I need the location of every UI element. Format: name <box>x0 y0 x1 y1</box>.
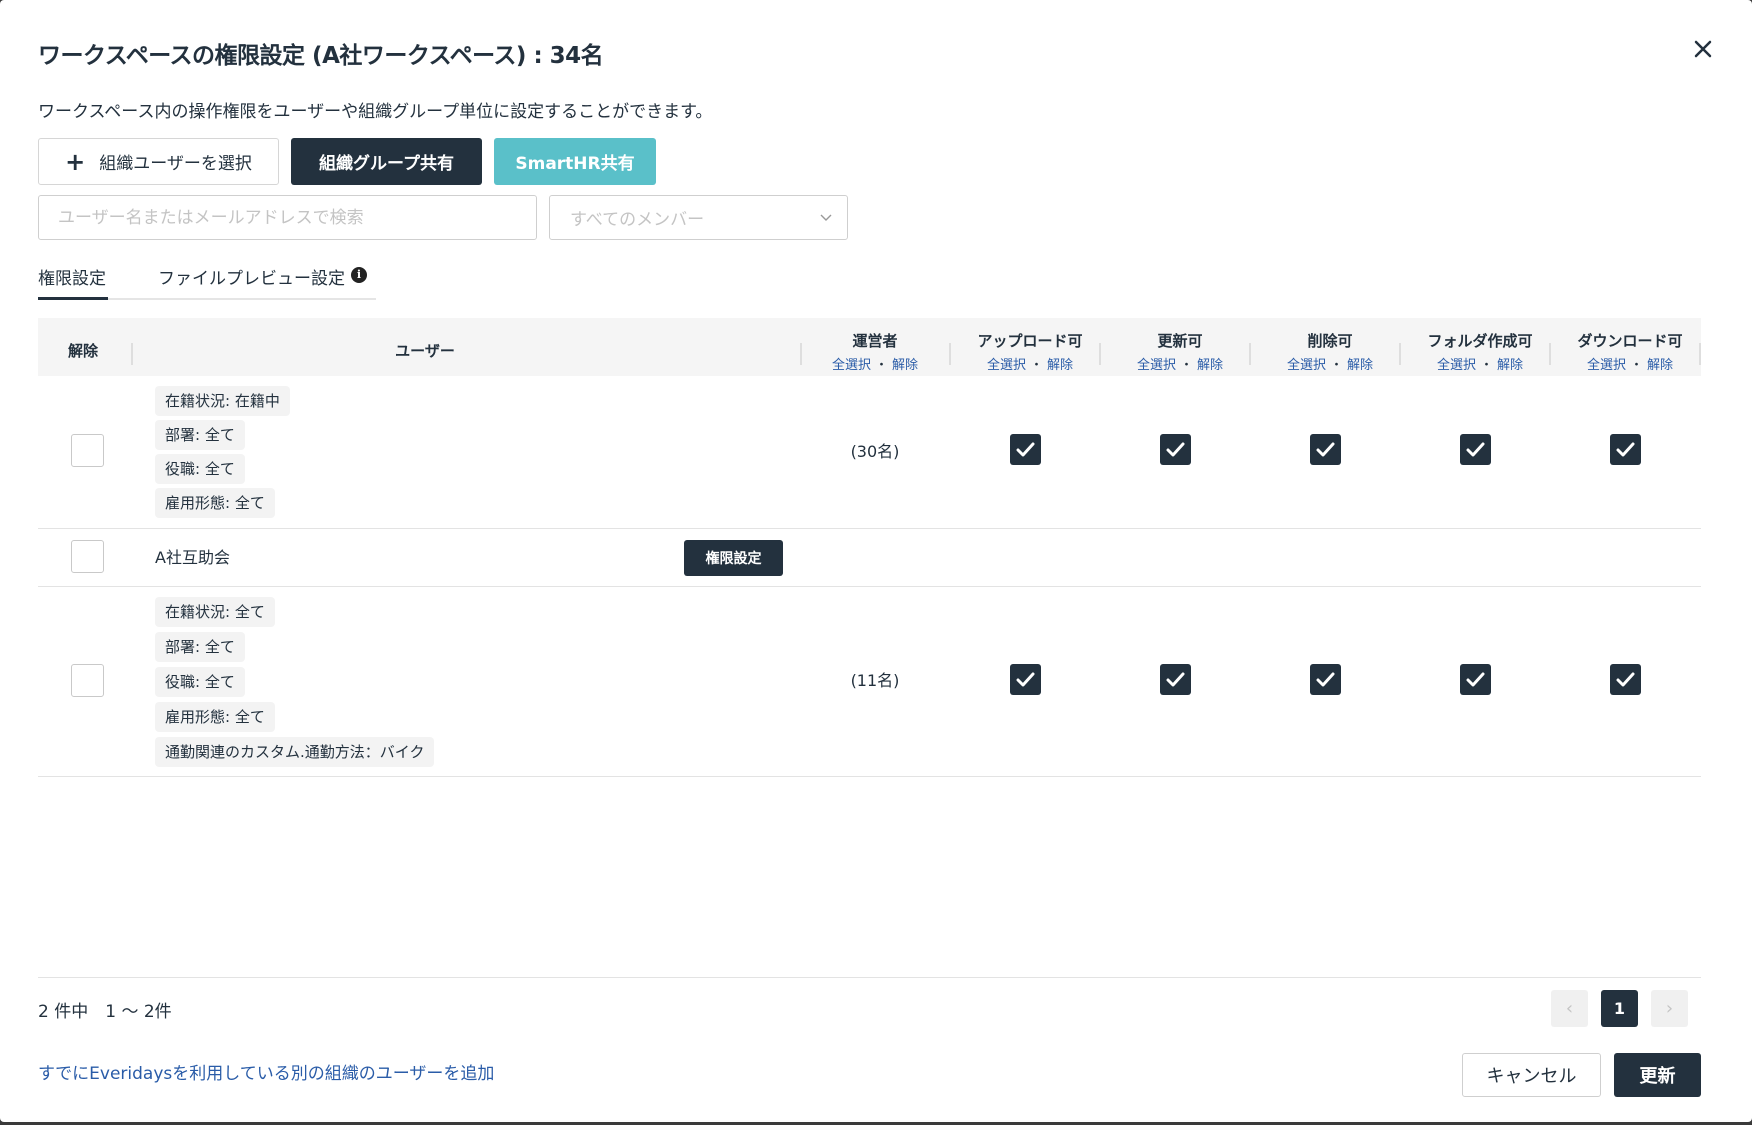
table-row: A社互助会 権限設定 <box>38 530 1701 587</box>
condition-chip: 雇用形態: 全て <box>155 702 275 732</box>
tab-permission-settings[interactable]: 権限設定 <box>38 264 108 300</box>
delete-select-all-link[interactable]: 全選択 <box>1287 358 1326 373</box>
member-count: (11名) <box>850 671 900 690</box>
permission-settings-modal: ワークスペースの権限設定 (A社ワークスペース) : 34名 ワークスペース内の… <box>0 0 1752 1122</box>
select-org-users-label: 組織ユーザーを選択 <box>99 154 252 174</box>
smarthr-share-button[interactable]: SmartHR共有 <box>494 138 656 185</box>
pagination-summary: 2 件中 1 〜 2件 <box>38 1002 172 1022</box>
chevron-down-icon <box>820 214 832 221</box>
update-button[interactable]: 更新 <box>1614 1053 1701 1097</box>
download-deselect-link[interactable]: 解除 <box>1647 358 1673 373</box>
org-group-share-button[interactable]: 組織グループ共有 <box>291 138 482 185</box>
condition-chip: 在籍状況: 全て <box>155 597 275 627</box>
modal-title: ワークスペースの権限設定 (A社ワークスペース) : 34名 <box>38 43 604 69</box>
remove-checkbox[interactable] <box>71 664 104 697</box>
tab-file-preview-label: ファイルプレビュー設定 <box>158 269 345 289</box>
upload-deselect-link[interactable]: 解除 <box>1047 358 1073 373</box>
condition-chip: 役職: 全て <box>155 667 245 697</box>
remove-checkbox[interactable] <box>71 540 104 573</box>
check-icon <box>1016 672 1035 687</box>
check-icon <box>1616 442 1635 457</box>
col-upload: アップロード可 全選択・解除 <box>977 332 1083 373</box>
delete-permission-checkbox[interactable] <box>1310 434 1341 465</box>
update-permission-checkbox[interactable] <box>1160 664 1191 695</box>
col-update: 更新可 全選択・解除 <box>1136 332 1224 373</box>
check-icon <box>1466 672 1485 687</box>
download-select-all-link[interactable]: 全選択 <box>1587 358 1626 373</box>
check-icon <box>1616 672 1635 687</box>
page-1-button[interactable]: 1 <box>1601 990 1638 1027</box>
chevron-right-icon: › <box>1665 998 1674 1019</box>
next-page-button[interactable]: › <box>1651 990 1688 1027</box>
check-icon <box>1316 442 1335 457</box>
download-permission-checkbox[interactable] <box>1610 434 1641 465</box>
create-folder-select-all-link[interactable]: 全選択 <box>1437 358 1476 373</box>
permission-settings-button[interactable]: 権限設定 <box>684 540 783 576</box>
create-folder-permission-checkbox[interactable] <box>1460 664 1491 695</box>
col-download: ダウンロード可 全選択・解除 <box>1577 332 1683 373</box>
member-filter-select[interactable]: すべてのメンバー <box>549 195 848 240</box>
select-org-users-button[interactable]: + 組織ユーザーを選択 <box>38 138 279 185</box>
create-folder-deselect-link[interactable]: 解除 <box>1497 358 1523 373</box>
tab-file-preview-settings[interactable]: ファイルプレビュー設定 i <box>158 264 367 300</box>
chevron-left-icon: ‹ <box>1565 998 1574 1019</box>
upload-permission-checkbox[interactable] <box>1010 664 1041 695</box>
check-icon <box>1016 442 1035 457</box>
member-filter-value: すべてのメンバー <box>570 210 705 230</box>
check-icon <box>1166 672 1185 687</box>
col-delete: 削除可 全選択・解除 <box>1286 332 1374 373</box>
upload-permission-checkbox[interactable] <box>1010 434 1041 465</box>
remove-checkbox[interactable] <box>71 434 104 467</box>
add-other-org-users-link[interactable]: すでにEveridaysを利用している別の組織のユーザーを追加 <box>38 1059 494 1084</box>
condition-chip: 部署: 全て <box>155 420 245 450</box>
update-permission-checkbox[interactable] <box>1160 434 1191 465</box>
close-icon[interactable] <box>1688 34 1718 64</box>
upload-select-all-link[interactable]: 全選択 <box>987 358 1026 373</box>
divider <box>38 977 1701 978</box>
condition-chip: 通勤関連のカスタム.通勤方法：バイク <box>155 737 435 767</box>
tab-bar: 権限設定 ファイルプレビュー設定 i <box>38 260 376 300</box>
update-select-all-link[interactable]: 全選択 <box>1137 358 1176 373</box>
table-row: 在籍状況: 全て 部署: 全て 役職: 全て 雇用形態: 全て 通勤関連のカスタ… <box>38 587 1701 777</box>
condition-chip: 在籍状況: 在籍中 <box>155 386 290 416</box>
col-operator: 運営者 全選択・解除 <box>831 332 919 373</box>
condition-chip: 部署: 全て <box>155 632 245 662</box>
col-user: ユーザー <box>395 342 455 360</box>
check-icon <box>1316 672 1335 687</box>
group-name: A社互助会 <box>155 548 230 567</box>
check-icon <box>1166 442 1185 457</box>
search-input[interactable] <box>38 195 537 240</box>
cancel-button[interactable]: キャンセル <box>1462 1053 1601 1097</box>
update-deselect-link[interactable]: 解除 <box>1197 358 1223 373</box>
modal-description: ワークスペース内の操作権限をユーザーや組織グループ単位に設定することができます。 <box>38 102 713 122</box>
check-icon <box>1466 442 1485 457</box>
info-icon[interactable]: i <box>351 267 367 283</box>
operator-select-all-link[interactable]: 全選択 <box>832 358 871 373</box>
condition-chip: 役職: 全て <box>155 454 245 484</box>
create-folder-permission-checkbox[interactable] <box>1460 434 1491 465</box>
plus-icon: + <box>65 147 86 176</box>
delete-deselect-link[interactable]: 解除 <box>1347 358 1373 373</box>
table-header: 解除 ユーザー 運営者 全選択・解除 アップロード可 全選択・解除 更新可 全選… <box>38 318 1701 376</box>
table-row: 在籍状況: 在籍中 部署: 全て 役職: 全て 雇用形態: 全て (30名) <box>38 376 1701 529</box>
operator-deselect-link[interactable]: 解除 <box>892 358 918 373</box>
col-create-folder: フォルダ作成可 全選択・解除 <box>1427 332 1533 373</box>
col-remove: 解除 <box>67 342 98 360</box>
delete-permission-checkbox[interactable] <box>1310 664 1341 695</box>
prev-page-button[interactable]: ‹ <box>1551 990 1588 1027</box>
member-count: (30名) <box>850 442 900 461</box>
condition-chip: 雇用形態: 全て <box>155 488 275 518</box>
download-permission-checkbox[interactable] <box>1610 664 1641 695</box>
